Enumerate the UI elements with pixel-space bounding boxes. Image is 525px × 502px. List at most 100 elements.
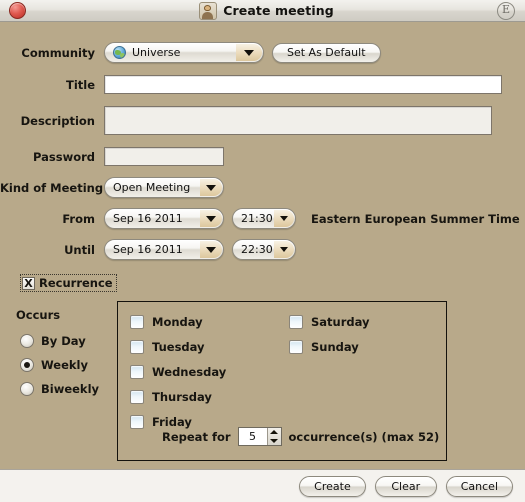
- timezone-label: Eastern European Summer Time: [311, 211, 520, 226]
- chevron-down-icon: [206, 184, 216, 191]
- label-until: Until: [64, 242, 95, 257]
- repeat-for-label: Repeat for: [162, 429, 231, 444]
- day-label-sunday: Sunday: [311, 340, 359, 354]
- repeat-count-value[interactable]: 5: [238, 428, 267, 445]
- create-meeting-dialog: Create meeting E Community Universe Set …: [0, 0, 525, 502]
- label-title: Title: [65, 77, 95, 92]
- from-time-arrow[interactable]: [274, 210, 294, 227]
- field-row-kind-of-meeting: Kind of Meeting Open Meeting: [0, 177, 224, 198]
- day-checkbox-thursday[interactable]: Thursday: [130, 390, 226, 404]
- radio-by-day-indicator[interactable]: [20, 334, 34, 348]
- until-time-arrow[interactable]: [274, 241, 294, 258]
- set-as-default-button[interactable]: Set As Default: [272, 42, 381, 63]
- days-column-right: Saturday Sunday: [289, 315, 370, 354]
- titlebar-center: Create meeting: [60, 1, 473, 20]
- titlebar-right: E: [473, 1, 525, 20]
- titlebar-left: [0, 2, 60, 19]
- checkbox-friday-box[interactable]: [130, 415, 144, 429]
- chevron-down-icon: [206, 215, 216, 222]
- field-row-until: Until Sep 16 2011 22:30: [0, 239, 296, 260]
- from-time-value: 21:30: [241, 212, 273, 225]
- repeat-count-stepper[interactable]: 5: [237, 427, 282, 446]
- day-label-tuesday: Tuesday: [152, 340, 205, 354]
- kind-of-meeting-arrow[interactable]: [200, 179, 222, 196]
- day-label-monday: Monday: [152, 315, 203, 329]
- radio-option-biweekly[interactable]: Biweekly: [20, 382, 99, 396]
- chevron-down-icon: [280, 247, 288, 252]
- recurrence-label: Recurrence: [39, 276, 113, 290]
- label-description: Description: [20, 113, 95, 128]
- user-avatar-icon: [199, 1, 218, 20]
- day-label-saturday: Saturday: [311, 315, 370, 329]
- until-date-arrow[interactable]: [200, 241, 222, 258]
- repeat-for-row: Repeat for 5 occurrence(s) (max 52): [162, 427, 439, 446]
- stepper-up-icon[interactable]: [268, 428, 281, 437]
- dialog-footer: Create Clear Cancel: [0, 469, 525, 502]
- community-select-arrow[interactable]: [236, 44, 262, 61]
- checkbox-tuesday-box[interactable]: [130, 340, 144, 354]
- checkbox-thursday-box[interactable]: [130, 390, 144, 404]
- from-date-select[interactable]: Sep 16 2011: [104, 208, 224, 229]
- close-icon[interactable]: [9, 2, 26, 19]
- from-date-arrow[interactable]: [200, 210, 222, 227]
- dialog-body: Community Universe Set As Default Title …: [0, 22, 525, 469]
- field-row-title: Title: [0, 75, 502, 94]
- window-titlebar: Create meeting E: [0, 0, 525, 22]
- community-select[interactable]: Universe: [104, 42, 264, 63]
- recurrence-toggle[interactable]: X Recurrence: [20, 274, 117, 292]
- day-checkbox-wednesday[interactable]: Wednesday: [130, 365, 226, 379]
- recurrence-days-panel: Monday Tuesday Wednesday Thursday Friday: [117, 301, 447, 461]
- radio-biweekly-indicator[interactable]: [20, 382, 34, 396]
- title-input[interactable]: [104, 75, 502, 94]
- radio-weekly-label: Weekly: [41, 358, 88, 372]
- description-input[interactable]: [104, 106, 492, 135]
- label-community: Community: [21, 45, 95, 60]
- until-date-select[interactable]: Sep 16 2011: [104, 239, 224, 260]
- password-input[interactable]: [104, 147, 224, 166]
- radio-option-weekly[interactable]: Weekly: [20, 358, 88, 372]
- page-title: Create meeting: [223, 3, 334, 18]
- days-column-left: Monday Tuesday Wednesday Thursday Friday: [130, 315, 226, 429]
- label-from: From: [62, 211, 95, 226]
- field-row-password: Password: [0, 147, 224, 166]
- create-button[interactable]: Create: [299, 475, 366, 497]
- repeat-occurrences-label: occurrence(s) (max 52): [288, 429, 440, 444]
- chevron-down-icon: [244, 49, 254, 56]
- label-kind-of-meeting: Kind of Meeting: [0, 180, 104, 195]
- community-select-value: Universe: [132, 46, 181, 59]
- field-row-description: Description: [0, 106, 492, 135]
- repeat-count-buttons[interactable]: [266, 428, 281, 446]
- radio-by-day-label: By Day: [41, 334, 86, 348]
- until-date-value: Sep 16 2011: [113, 243, 183, 256]
- clear-button[interactable]: Clear: [374, 475, 437, 497]
- checkbox-monday-box[interactable]: [130, 315, 144, 329]
- from-time-select[interactable]: 21:30: [232, 208, 296, 229]
- circled-e-icon[interactable]: E: [497, 1, 515, 20]
- radio-biweekly-label: Biweekly: [41, 382, 100, 396]
- recurrence-checkbox[interactable]: X: [22, 276, 35, 290]
- globe-icon: [113, 46, 126, 59]
- kind-of-meeting-value: Open Meeting: [113, 181, 191, 194]
- until-time-value: 22:30: [241, 243, 273, 256]
- label-password: Password: [33, 149, 95, 164]
- stepper-down-icon[interactable]: [268, 437, 281, 446]
- checkbox-wednesday-box[interactable]: [130, 365, 144, 379]
- field-row-community: Community Universe Set As Default: [0, 42, 381, 63]
- day-checkbox-tuesday[interactable]: Tuesday: [130, 340, 226, 354]
- occurs-group-label: Occurs: [16, 308, 61, 322]
- checkbox-saturday-box[interactable]: [289, 315, 303, 329]
- day-label-thursday: Thursday: [152, 390, 212, 404]
- until-time-select[interactable]: 22:30: [232, 239, 296, 260]
- field-row-from: From Sep 16 2011 21:30 Eastern European …: [0, 208, 520, 229]
- day-checkbox-saturday[interactable]: Saturday: [289, 315, 370, 329]
- radio-weekly-indicator[interactable]: [20, 358, 34, 372]
- chevron-down-icon: [280, 216, 288, 221]
- kind-of-meeting-select[interactable]: Open Meeting: [104, 177, 224, 198]
- day-label-wednesday: Wednesday: [152, 365, 227, 379]
- cancel-button[interactable]: Cancel: [445, 475, 513, 497]
- from-date-value: Sep 16 2011: [113, 212, 183, 225]
- day-checkbox-sunday[interactable]: Sunday: [289, 340, 370, 354]
- day-checkbox-monday[interactable]: Monday: [130, 315, 226, 329]
- checkbox-sunday-box[interactable]: [289, 340, 303, 354]
- radio-option-by-day[interactable]: By Day: [20, 334, 86, 348]
